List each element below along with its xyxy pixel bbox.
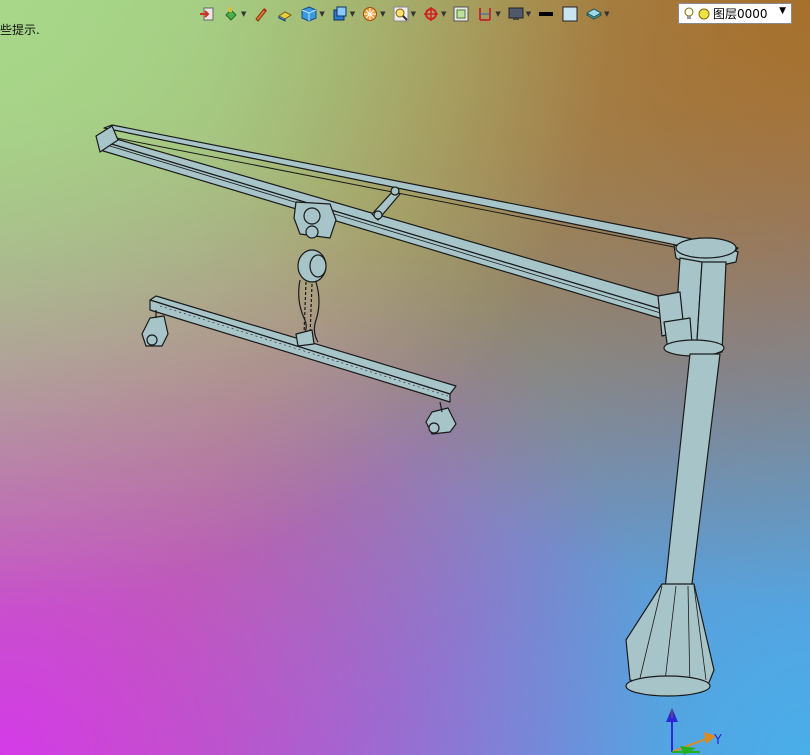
cube-icon (301, 6, 317, 22)
zoom-fit-button[interactable] (390, 3, 412, 25)
main-column (663, 353, 721, 601)
render-wheel-icon (363, 7, 378, 21)
grid-button[interactable] (450, 3, 472, 25)
chevron-down-icon[interactable]: ▼ (319, 10, 324, 18)
layer-stack-button[interactable] (583, 3, 605, 25)
layer-dropdown[interactable]: 图层0000 ▼ (678, 3, 792, 24)
chevron-down-icon[interactable]: ▼ (526, 10, 531, 18)
view-cube-button[interactable] (329, 3, 351, 25)
snap-target-button[interactable] (420, 3, 442, 25)
work-plane-icon (479, 8, 492, 21)
display-mode-icon (508, 7, 524, 20)
pencil-icon (255, 8, 268, 22)
pencil-button[interactable] (250, 3, 272, 25)
view-toolbar: ▼ ▼ ▼ ▼ ▼ ▼ ▼ ▼ ▼ (196, 2, 614, 26)
chevron-down-icon[interactable]: ▼ (241, 10, 246, 18)
fill-color-button[interactable] (559, 3, 581, 25)
chevron-down-icon[interactable]: ▼ (779, 6, 786, 16)
chevron-down-icon[interactable]: ▼ (350, 10, 355, 18)
axis-y-label: Y (713, 733, 722, 748)
layer-stack-icon (586, 8, 603, 20)
sketch-block-icon (278, 11, 293, 22)
chevron-down-icon[interactable]: ▼ (411, 10, 416, 18)
lightbulb-icon (684, 7, 694, 19)
snap-target-icon (423, 7, 438, 21)
chevron-down-icon[interactable]: ▼ (604, 10, 609, 18)
import-button[interactable] (196, 3, 218, 25)
import-icon (200, 7, 214, 21)
display-mode-button[interactable] (505, 3, 527, 25)
axis-triad (666, 708, 716, 755)
render-wheel-button[interactable] (359, 3, 381, 25)
chevron-down-icon[interactable]: ▼ (441, 10, 446, 18)
paint-bucket-icon (225, 7, 237, 21)
line-weight-button[interactable] (535, 3, 557, 25)
view-cube-icon (333, 6, 347, 21)
paint-bucket-button[interactable] (220, 3, 242, 25)
grid-icon (453, 6, 469, 22)
crane-model[interactable]: Y (0, 0, 810, 755)
chevron-down-icon[interactable]: ▼ (380, 10, 385, 18)
layer-color-icon (698, 8, 710, 19)
cube-button[interactable] (298, 3, 320, 25)
status-hint: 些提示. (0, 23, 40, 37)
line-weight-icon (539, 12, 554, 16)
layer-name: 图层0000 (713, 7, 768, 21)
work-plane-button[interactable] (474, 3, 496, 25)
chevron-down-icon[interactable]: ▼ (495, 10, 500, 18)
sketch-block-button[interactable] (274, 3, 296, 25)
zoom-fit-icon (393, 6, 409, 22)
fill-color-icon (562, 6, 578, 22)
